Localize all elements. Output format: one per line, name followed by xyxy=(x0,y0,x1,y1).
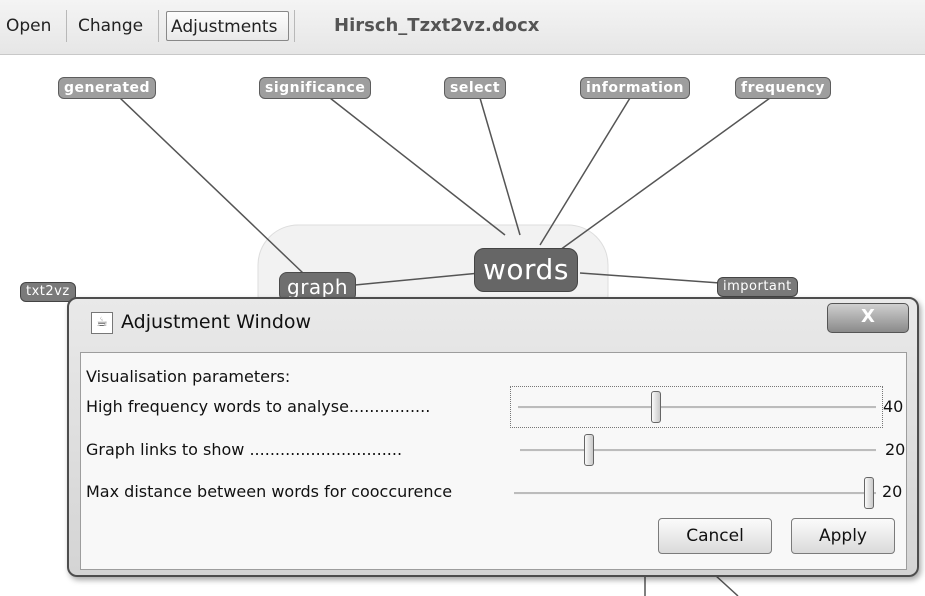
node-txt2vz[interactable]: txt2vz xyxy=(20,282,76,302)
slider-track-high-frequency[interactable] xyxy=(518,406,876,409)
slider-thumb-graph-links[interactable] xyxy=(584,434,594,466)
node-frequency[interactable]: frequency xyxy=(735,77,831,99)
slider-track-graph-links[interactable] xyxy=(520,449,876,452)
close-button[interactable]: X xyxy=(827,303,909,333)
adjustments-menu[interactable]: Adjustments xyxy=(166,11,289,41)
adjustment-dialog: ☕ Adjustment Window X Visualisation para… xyxy=(67,297,919,577)
node-generated[interactable]: generated xyxy=(58,77,157,99)
graph-link xyxy=(329,97,506,236)
dialog-content: Visualisation parameters: High frequency… xyxy=(80,352,907,570)
toolbar-separator xyxy=(158,10,159,42)
document-title: Hirsch_Tzxt2vz.docx xyxy=(334,15,540,36)
graph-link xyxy=(479,97,521,236)
section-label: Visualisation parameters: xyxy=(86,367,291,386)
node-significance[interactable]: significance xyxy=(259,77,372,99)
slider-label-max-distance: Max distance between words for cooccuren… xyxy=(86,482,453,501)
java-icon: ☕ xyxy=(91,312,113,334)
slider-value-max-distance: 20 xyxy=(882,482,903,501)
slider-thumb-high-frequency[interactable] xyxy=(651,391,661,423)
toolbar-separator xyxy=(294,10,295,42)
slider-thumb-max-distance[interactable] xyxy=(864,477,874,509)
graph-link xyxy=(119,97,304,274)
apply-button[interactable]: Apply xyxy=(791,518,895,554)
node-select[interactable]: select xyxy=(444,77,507,99)
slider-value-high-frequency: 40 xyxy=(883,397,904,416)
node-words[interactable]: words xyxy=(474,248,578,292)
node-information[interactable]: information xyxy=(580,77,690,99)
slider-label-graph-links: Graph links to show ....................… xyxy=(86,440,403,459)
cancel-button[interactable]: Cancel xyxy=(658,518,772,554)
change-menu[interactable]: Change xyxy=(74,11,147,41)
dialog-titlebar[interactable]: ☕ Adjustment Window X xyxy=(69,299,917,347)
graph-link xyxy=(539,97,631,246)
slider-label-high-frequency: High frequency words to analyse.........… xyxy=(86,397,431,416)
graph-link xyxy=(714,574,739,596)
dialog-title: Adjustment Window xyxy=(121,311,312,333)
toolbar-separator xyxy=(66,10,67,42)
slider-value-graph-links: 20 xyxy=(885,440,906,459)
toolbar: Open Change Adjustments Hirsch_Tzxt2vz.d… xyxy=(0,0,925,55)
graph-link xyxy=(559,97,771,251)
open-menu[interactable]: Open xyxy=(2,11,55,41)
node-important[interactable]: important xyxy=(717,277,798,297)
slider-track-max-distance[interactable] xyxy=(514,492,876,495)
